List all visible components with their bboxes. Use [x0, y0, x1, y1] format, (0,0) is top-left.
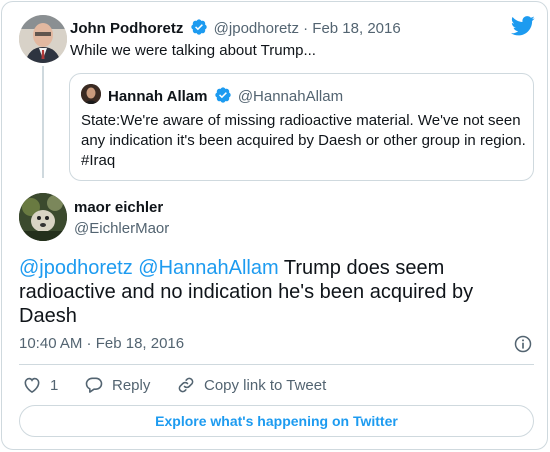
thread-line: [42, 66, 44, 178]
like-button[interactable]: 1: [22, 374, 58, 396]
like-count: 1: [50, 376, 59, 394]
mention-link-hannahallam[interactable]: @HannahAllam: [138, 257, 278, 279]
main-tweet-text: @jpodhoretz @HannahAllam Trump does seem…: [19, 256, 534, 328]
avatar-portrait-icon: [81, 84, 101, 104]
divider: [19, 364, 534, 365]
quoted-tweet-header: Hannah Allam @HannahAllam: [108, 86, 343, 105]
reply-bubble-icon: [85, 377, 103, 393]
main-author-name[interactable]: maor eichler: [74, 199, 163, 216]
link-icon: [178, 377, 194, 393]
parent-tweet-date[interactable]: Feb 18, 2016: [312, 20, 400, 37]
quoted-author-name: Hannah Allam: [108, 88, 208, 105]
parent-tweet-header: John Podhoretz @jpodhoretz · Feb 18, 201…: [70, 18, 401, 37]
avatar-maor-eichler[interactable]: [19, 193, 67, 241]
info-icon[interactable]: [513, 334, 533, 354]
verified-badge-icon: [214, 87, 231, 103]
separator-dot: ·: [303, 20, 309, 37]
avatar-portrait-icon: [19, 15, 67, 63]
tweet-timestamp[interactable]: 10:40 AM · Feb 18, 2016: [19, 335, 184, 352]
quoted-author-handle: @HannahAllam: [237, 88, 344, 105]
quoted-tweet-text: State:We're aware of missing radioactive…: [81, 112, 526, 169]
main-author-handle[interactable]: @EichlerMaor: [74, 220, 169, 237]
avatar-john-podhoretz[interactable]: [19, 15, 67, 63]
avatar-hannah-allam: [81, 84, 101, 104]
embedded-tweet-card: John Podhoretz @jpodhoretz · Feb 18, 201…: [1, 1, 548, 450]
reply-button[interactable]: Reply: [84, 374, 150, 396]
parent-author-name[interactable]: John Podhoretz: [70, 20, 183, 37]
copy-link-button[interactable]: Copy link to Tweet: [176, 374, 326, 396]
copy-link-label: Copy link to Tweet: [204, 376, 327, 394]
explore-twitter-button[interactable]: Explore what's happening on Twitter: [19, 405, 534, 437]
quoted-tweet[interactable]: Hannah Allam @HannahAllam State:We're aw…: [69, 73, 534, 181]
parent-author-handle[interactable]: @jpodhoretz: [214, 20, 299, 37]
parent-tweet-text: While we were talking about Trump...: [70, 42, 316, 59]
avatar-portrait-icon: [19, 193, 67, 241]
heart-icon: [24, 377, 40, 394]
verified-badge-icon: [190, 19, 207, 35]
reply-label: Reply: [112, 376, 151, 394]
mention-link-jpodhoretz[interactable]: @jpodhoretz: [19, 257, 133, 279]
twitter-logo-icon[interactable]: [511, 16, 535, 36]
